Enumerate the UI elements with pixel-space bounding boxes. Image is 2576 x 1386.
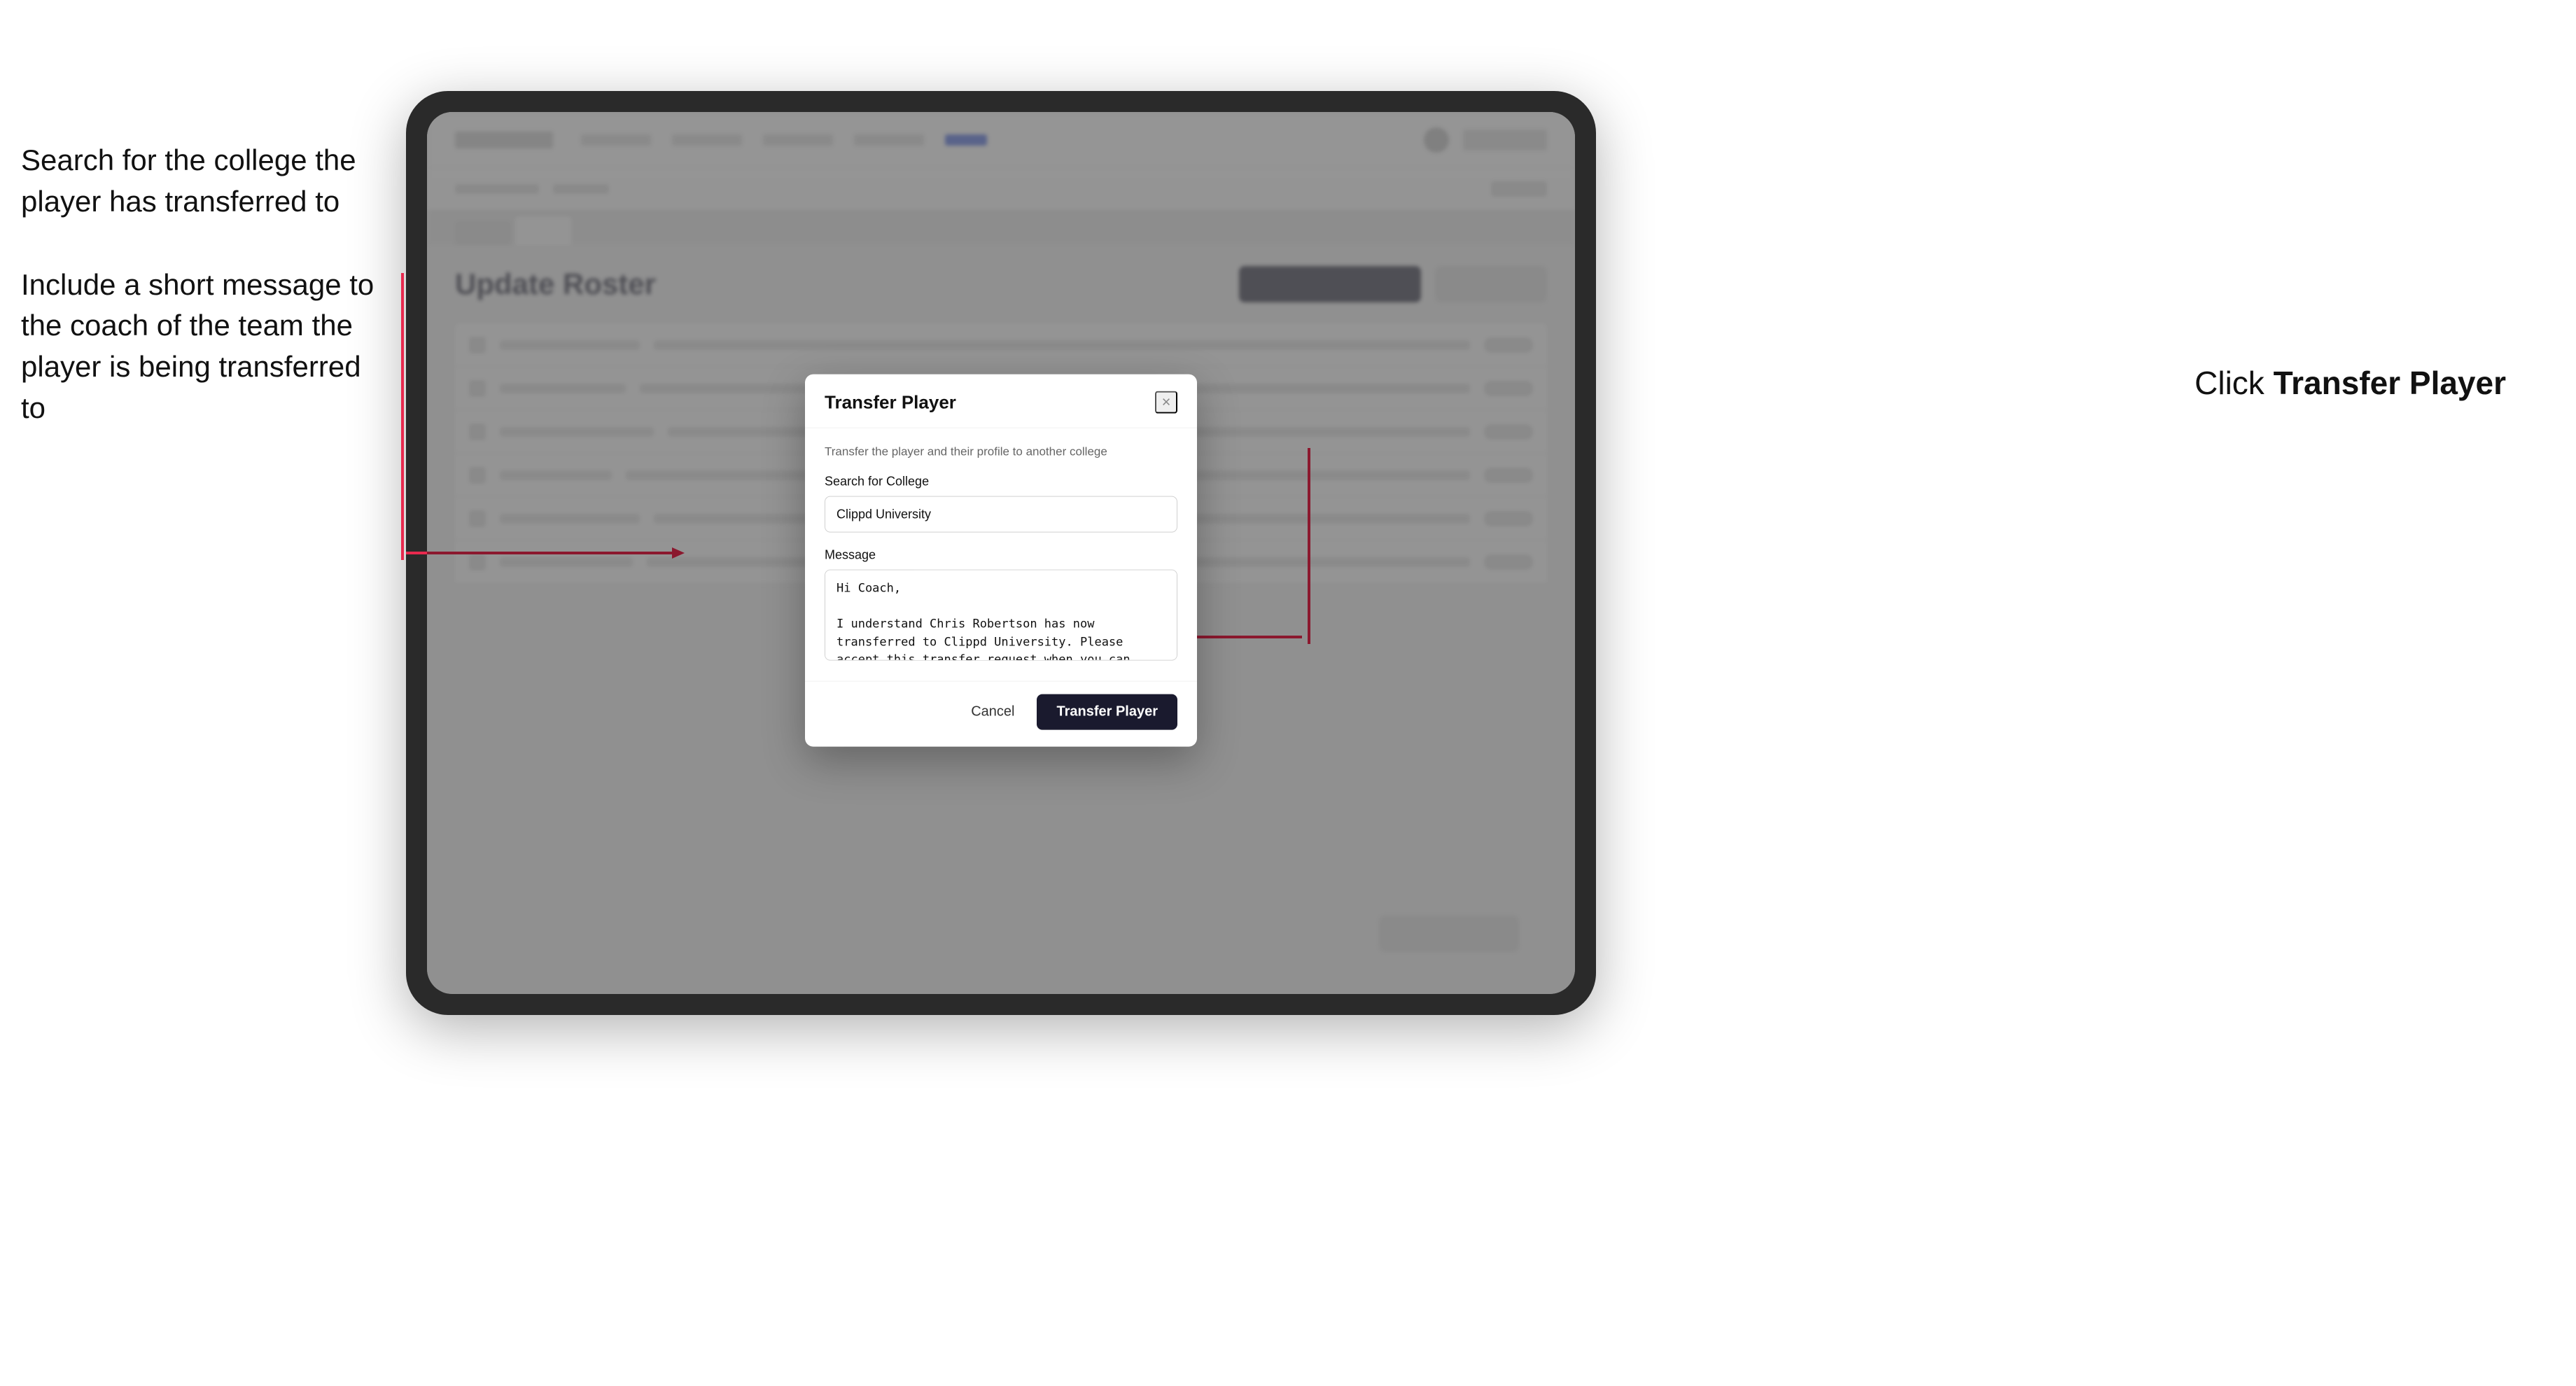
annotation-tip2: Include a short message to the coach of … (21, 265, 385, 429)
modal-body: Transfer the player and their profile to… (805, 428, 1197, 681)
modal-header: Transfer Player × (805, 374, 1197, 428)
search-college-input[interactable] (825, 496, 1177, 533)
annotation-tip1: Search for the college the player has tr… (21, 140, 385, 223)
tablet-screen: Update Roster (427, 112, 1575, 994)
annotation-right-bold: Transfer Player (2274, 365, 2506, 401)
modal-title: Transfer Player (825, 391, 956, 413)
modal-overlay: Transfer Player × Transfer the player an… (427, 112, 1575, 994)
transfer-player-button[interactable]: Transfer Player (1037, 694, 1177, 730)
modal-close-button[interactable]: × (1155, 391, 1177, 414)
message-textarea[interactable]: Hi Coach, I understand Chris Robertson h… (825, 570, 1177, 661)
annotation-right: Click Transfer Player (2194, 364, 2506, 402)
cancel-button[interactable]: Cancel (960, 697, 1026, 727)
search-college-label: Search for College (825, 475, 1177, 489)
modal-footer: Cancel Transfer Player (805, 681, 1197, 747)
annotation-left: Search for the college the player has tr… (21, 140, 385, 471)
transfer-player-modal: Transfer Player × Transfer the player an… (805, 374, 1197, 747)
modal-subtitle: Transfer the player and their profile to… (825, 445, 1177, 459)
annotation-right-prefix: Click (2194, 365, 2273, 401)
message-label: Message (825, 548, 1177, 563)
tablet-frame: Update Roster (406, 91, 1596, 1015)
